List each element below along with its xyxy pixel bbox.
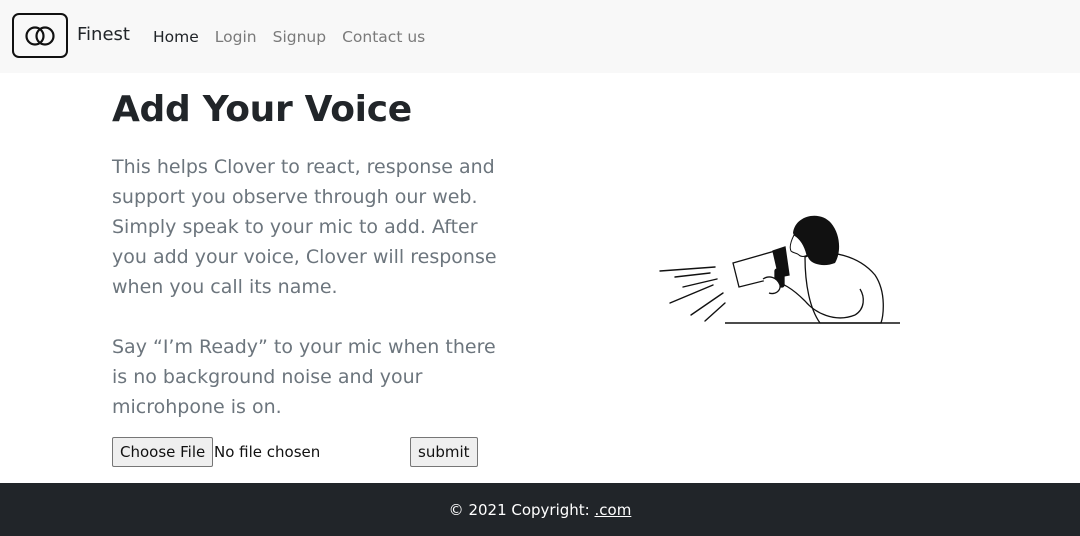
interlocking-rings-icon — [25, 25, 55, 46]
footer-link[interactable]: .com — [595, 501, 632, 519]
copyright-text: © 2021 Copyright: — [448, 500, 590, 519]
nav-link-home[interactable]: Home — [153, 28, 199, 46]
brand-logo[interactable] — [12, 13, 68, 58]
file-status-text: No file chosen — [214, 443, 321, 461]
page-title: Add Your Voice — [112, 89, 412, 130]
voice-upload-form: Choose File No file chosen submit — [112, 437, 492, 467]
woman-with-megaphone-illustration — [659, 215, 900, 324]
submit-button[interactable]: submit — [410, 437, 478, 467]
brand-name[interactable]: Finest — [77, 24, 130, 45]
nav-links: Home Login Signup Contact us — [153, 28, 425, 46]
nav-link-login[interactable]: Login — [215, 28, 257, 46]
intro-paragraph: This helps Clover to react, response and… — [112, 156, 497, 298]
nav-link-contact[interactable]: Contact us — [342, 28, 425, 46]
footer: © 2021 Copyright: .com — [0, 483, 1080, 536]
navbar: Finest Home Login Signup Contact us — [0, 0, 1080, 73]
choose-file-button[interactable]: Choose File — [112, 437, 214, 467]
instruction-paragraph: Say “I’m Ready” to your mic when there i… — [112, 336, 496, 418]
nav-link-signup[interactable]: Signup — [273, 28, 326, 46]
